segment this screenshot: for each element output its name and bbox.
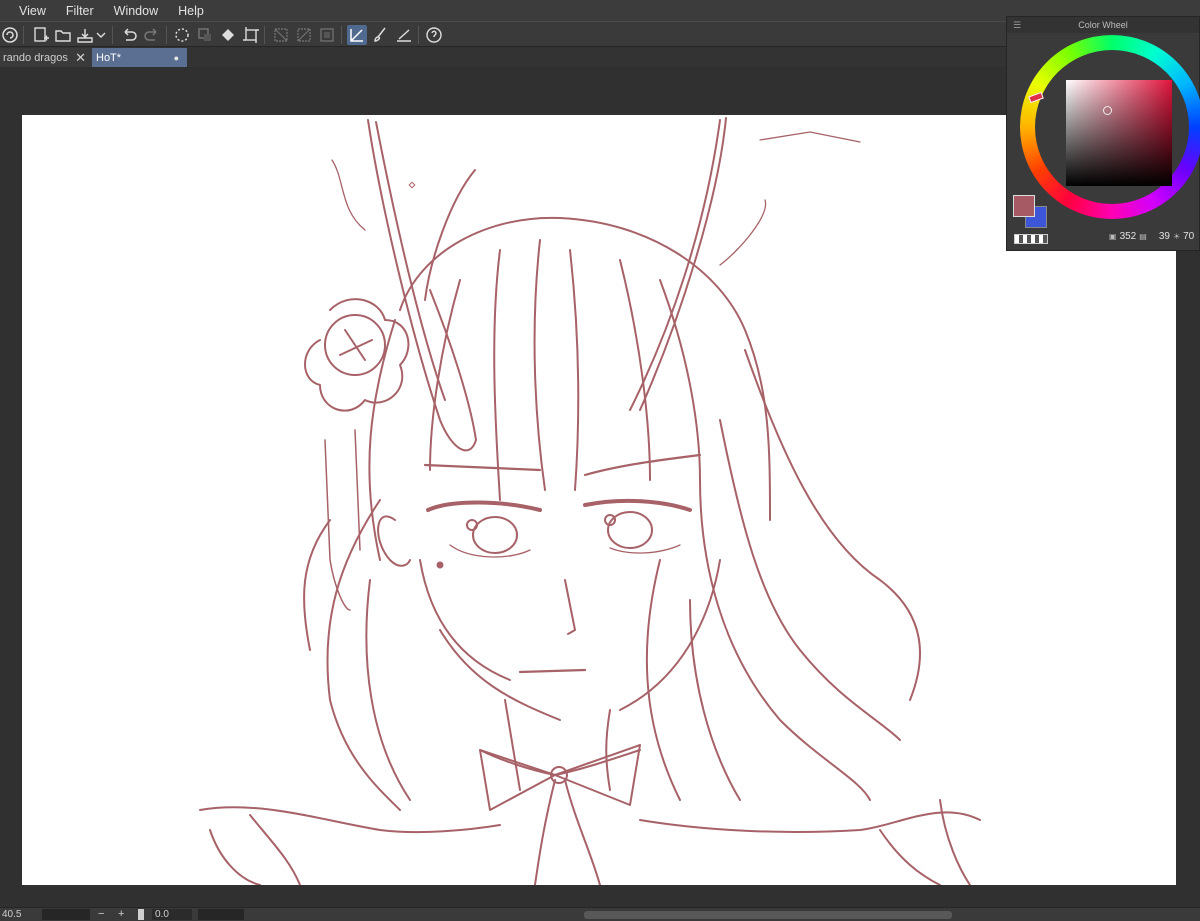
menu-grip-icon[interactable]: ☰ bbox=[1013, 17, 1021, 33]
color-wheel-panel: ☰ Color Wheel ▣ 352 ▤ 39 ☀ 70 bbox=[1006, 16, 1200, 251]
drawing-canvas[interactable] bbox=[22, 115, 1176, 885]
crop-icon[interactable] bbox=[241, 25, 261, 45]
saturation-value-square[interactable] bbox=[1066, 80, 1172, 186]
menu-help[interactable]: Help bbox=[168, 4, 214, 18]
save-icon[interactable] bbox=[75, 25, 95, 45]
saturation-icon: ▤ bbox=[1139, 232, 1147, 241]
ruler-snap-icon[interactable] bbox=[347, 25, 367, 45]
transparent-color-swatch[interactable] bbox=[1014, 234, 1048, 244]
clip-studio-icon[interactable] bbox=[0, 25, 20, 45]
hue-value: 352 bbox=[1119, 231, 1137, 242]
rotation-value: 0.0 bbox=[155, 909, 169, 920]
menu-window[interactable]: Window bbox=[104, 4, 168, 18]
tab-label: HoT* bbox=[96, 51, 122, 64]
tab-rando-dragos[interactable]: rando dragos ✕ bbox=[0, 48, 92, 67]
sv-marker[interactable] bbox=[1103, 106, 1112, 115]
help-icon[interactable] bbox=[424, 25, 444, 45]
panel-title: Color Wheel bbox=[1078, 20, 1128, 30]
menu-view[interactable]: View bbox=[0, 4, 56, 18]
zoom-out-button[interactable]: − bbox=[98, 908, 104, 920]
border-icon[interactable] bbox=[317, 25, 337, 45]
hide-selection-icon[interactable] bbox=[271, 25, 291, 45]
panel-header[interactable]: ☰ Color Wheel bbox=[1007, 17, 1199, 33]
new-file-icon[interactable] bbox=[31, 25, 51, 45]
horizontal-scrollbar[interactable] bbox=[584, 911, 952, 919]
selection-icon[interactable] bbox=[195, 25, 215, 45]
menu-filter[interactable]: Filter bbox=[56, 4, 104, 18]
modified-indicator-icon: ● bbox=[173, 52, 179, 63]
tab-label: rando dragos bbox=[3, 51, 68, 64]
special-ruler-icon[interactable] bbox=[394, 25, 414, 45]
hsv-readout: ▣ 352 ▤ 39 ☀ 70 bbox=[1109, 231, 1194, 242]
saturation-value: 39 bbox=[1158, 231, 1170, 242]
dropdown-icon[interactable] bbox=[95, 25, 107, 45]
zoom-handle[interactable] bbox=[138, 909, 144, 920]
value-value: 70 bbox=[1183, 231, 1195, 242]
hue-icon: ▣ bbox=[1109, 232, 1117, 241]
transform-icon[interactable] bbox=[172, 25, 192, 45]
fill-icon[interactable] bbox=[218, 25, 238, 45]
sketch-artwork bbox=[199, 117, 981, 885]
invert-selection-icon[interactable] bbox=[294, 25, 314, 45]
status-bar: 40.5 − + 0.0 bbox=[0, 907, 1200, 921]
zoom-in-button[interactable]: + bbox=[118, 908, 124, 920]
main-color-swatch[interactable] bbox=[1013, 195, 1035, 217]
value-icon: ☀ bbox=[1172, 232, 1181, 241]
undo-icon[interactable] bbox=[119, 25, 139, 45]
brush-snap-icon[interactable] bbox=[370, 25, 390, 45]
open-file-icon[interactable] bbox=[53, 25, 73, 45]
zoom-value[interactable]: 40.5 bbox=[2, 909, 21, 920]
redo-icon[interactable] bbox=[142, 25, 162, 45]
zoom-slider[interactable] bbox=[42, 909, 90, 920]
tab-hot[interactable]: HoT* ● bbox=[92, 48, 187, 67]
rotation-slider[interactable] bbox=[198, 909, 244, 920]
close-icon[interactable]: ✕ bbox=[75, 50, 86, 66]
rotation-field[interactable]: 0.0 bbox=[152, 909, 192, 920]
